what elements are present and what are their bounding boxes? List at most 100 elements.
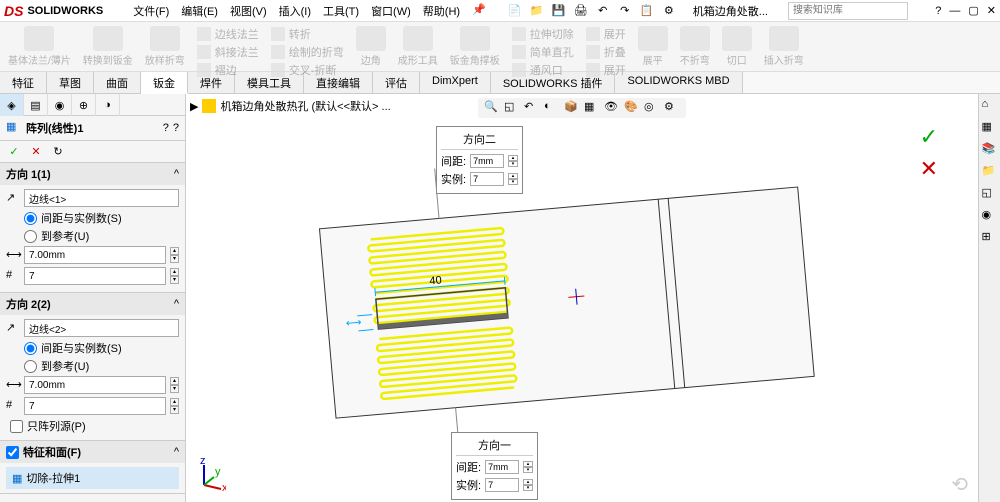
ribbon-flatten[interactable]: 展平 [638, 26, 668, 67]
appearance-icon[interactable]: ◉ [982, 208, 998, 224]
ribbon-nobend[interactable]: 不折弯 [680, 26, 710, 67]
menu-edit[interactable]: 编辑(E) [181, 3, 218, 19]
spacing-icon: ⟷ [6, 378, 20, 392]
dir1-radio-spacing[interactable] [24, 212, 37, 225]
spin-up[interactable]: ▴ [170, 398, 179, 406]
tab-evaluate[interactable]: 评估 [373, 72, 420, 93]
help2-btn-icon[interactable]: ? [173, 122, 179, 134]
dir2-count[interactable] [24, 397, 166, 415]
maximize-icon[interactable]: ▢ [968, 4, 978, 17]
ribbon-loft[interactable]: 放样折弯 [145, 26, 185, 67]
main-menu: 文件(F) 编辑(E) 视图(V) 插入(I) 工具(T) 窗口(W) 帮助(H… [133, 3, 486, 19]
resources-icon[interactable]: ▦ [982, 120, 998, 136]
home-icon[interactable]: ⌂ [982, 98, 998, 114]
dir1-spacing[interactable] [24, 246, 166, 264]
only-seed-check[interactable] [10, 420, 23, 433]
dir1-count[interactable] [24, 267, 166, 285]
ribbon-form[interactable]: 成形工具 [398, 26, 438, 67]
menu-tools[interactable]: 工具(T) [323, 3, 359, 19]
menu-help[interactable]: 帮助(H) [423, 3, 460, 19]
popup2-spacing[interactable] [470, 154, 504, 168]
ribbon-sub2: 转折 绘制的折弯 交叉-折断 [271, 26, 344, 67]
tab-sheetmetal[interactable]: 钣金 [141, 72, 188, 94]
minimize-icon[interactable]: — [949, 5, 960, 17]
help-icon[interactable]: ? [935, 5, 941, 17]
new-icon[interactable]: 📄 [506, 2, 524, 20]
custom-icon[interactable]: ⊞ [982, 230, 998, 246]
svg-text:x: x [222, 482, 226, 492]
reverse-icon[interactable]: ↗ [6, 321, 20, 335]
spin-down[interactable]: ▾ [170, 255, 179, 263]
ribbon-baseflange[interactable]: 基体法兰/薄片 [8, 26, 71, 67]
tab-feature[interactable]: 特征 [0, 72, 47, 93]
spin-down[interactable]: ▾ [170, 406, 179, 414]
open-icon[interactable]: 📁 [528, 2, 546, 20]
pattern-icon: ▦ [6, 120, 22, 136]
cancel-icon[interactable]: ✕ [28, 144, 44, 160]
dir2-title: 方向 2(2) [6, 296, 174, 312]
undo-icon[interactable]: ↶ [594, 2, 612, 20]
popup2-count[interactable] [470, 172, 504, 186]
panel-tab-config-icon[interactable]: ▤ [24, 94, 48, 116]
spacing-icon: ⟷ [6, 248, 20, 262]
spin-down[interactable]: ▾ [170, 276, 179, 284]
popup1-count[interactable] [485, 478, 519, 492]
tab-surface[interactable]: 曲面 [94, 72, 141, 93]
featface-title: 特征和面(F) [23, 444, 174, 460]
explorer-icon[interactable]: 📁 [982, 164, 998, 180]
menu-file[interactable]: 文件(F) [133, 3, 169, 19]
spin-up[interactable]: ▴ [170, 268, 179, 276]
preview-icon[interactable]: ↻ [50, 144, 66, 160]
close-icon[interactable]: ✕ [987, 4, 996, 17]
tab-mbd[interactable]: SOLIDWORKS MBD [615, 72, 742, 93]
menu-pin-icon[interactable]: 📌 [472, 3, 486, 19]
ribbon-rip[interactable]: 切口 [722, 26, 752, 67]
tab-dimxpert[interactable]: DimXpert [420, 72, 491, 93]
collapse-icon[interactable]: ^ [174, 446, 179, 458]
ribbon-gusset[interactable]: 钣金角撑板 [450, 26, 500, 67]
options-icon[interactable]: ⚙ [660, 2, 678, 20]
search-input[interactable] [788, 2, 908, 20]
popup-dir1[interactable]: 方向一 间距:▴▾ 实例:▴▾ [451, 432, 538, 500]
rebuild-icon[interactable]: 📋 [638, 2, 656, 20]
dir2-radio-ref[interactable] [24, 360, 37, 373]
library-icon[interactable]: 📚 [982, 142, 998, 158]
tab-sketch[interactable]: 草图 [47, 72, 94, 93]
redo-icon[interactable]: ↷ [616, 2, 634, 20]
dir2-spacing[interactable] [24, 376, 166, 394]
3d-viewport[interactable]: ▶ 机箱边角处散热孔 (默认<<默认> ... 🔍 ◱ ↶ ◐ 📦 ▦ 👁 🎨 … [186, 94, 978, 502]
panel-tab-feature-tree-icon[interactable]: ◈ [0, 94, 24, 116]
panel-tab-dim-icon[interactable]: ⊕ [72, 94, 96, 116]
dir1-radio-ref[interactable] [24, 230, 37, 243]
collapse-icon[interactable]: ^ [174, 168, 179, 180]
dir2-radio-spacing[interactable] [24, 342, 37, 355]
featface-check[interactable] [6, 446, 19, 459]
ribbon-corner[interactable]: 边角 [356, 26, 386, 67]
save-icon[interactable]: 💾 [550, 2, 568, 20]
model-view: 40 ⟷ [196, 109, 976, 489]
spin-up[interactable]: ▴ [170, 377, 179, 385]
dir2-edge[interactable] [24, 319, 179, 337]
view-palette-icon[interactable]: ◱ [982, 186, 998, 202]
menu-insert[interactable]: 插入(I) [279, 3, 311, 19]
dir1-opt1: 间距与实例数(S) [41, 210, 122, 226]
panel-tab-appear-icon[interactable]: ◑ [96, 94, 120, 116]
panel-tab-display-icon[interactable]: ◉ [48, 94, 72, 116]
dir2-opt2: 到参考(U) [41, 358, 89, 374]
ribbon-insertbend[interactable]: 插入折弯 [764, 26, 804, 67]
spin-down[interactable]: ▾ [170, 385, 179, 393]
help-btn-icon[interactable]: ? [163, 122, 169, 134]
print-icon[interactable]: 🖨 [572, 2, 590, 20]
rotate-icon[interactable]: ⟲ [951, 472, 968, 497]
feature-list-item[interactable]: ▦切除-拉伸1 [6, 467, 179, 489]
popup-dir2[interactable]: 方向二 间距:▴▾ 实例:▴▾ [436, 126, 523, 194]
ok-icon[interactable]: ✓ [6, 144, 22, 160]
ribbon-convert[interactable]: 转换到钣金 [83, 26, 133, 67]
menu-window[interactable]: 窗口(W) [371, 3, 411, 19]
collapse-icon[interactable]: ^ [174, 298, 179, 310]
reverse-icon[interactable]: ↗ [6, 191, 20, 205]
popup1-spacing[interactable] [485, 460, 519, 474]
menu-view[interactable]: 视图(V) [230, 3, 267, 19]
spin-up[interactable]: ▴ [170, 247, 179, 255]
dir1-edge[interactable] [24, 189, 179, 207]
